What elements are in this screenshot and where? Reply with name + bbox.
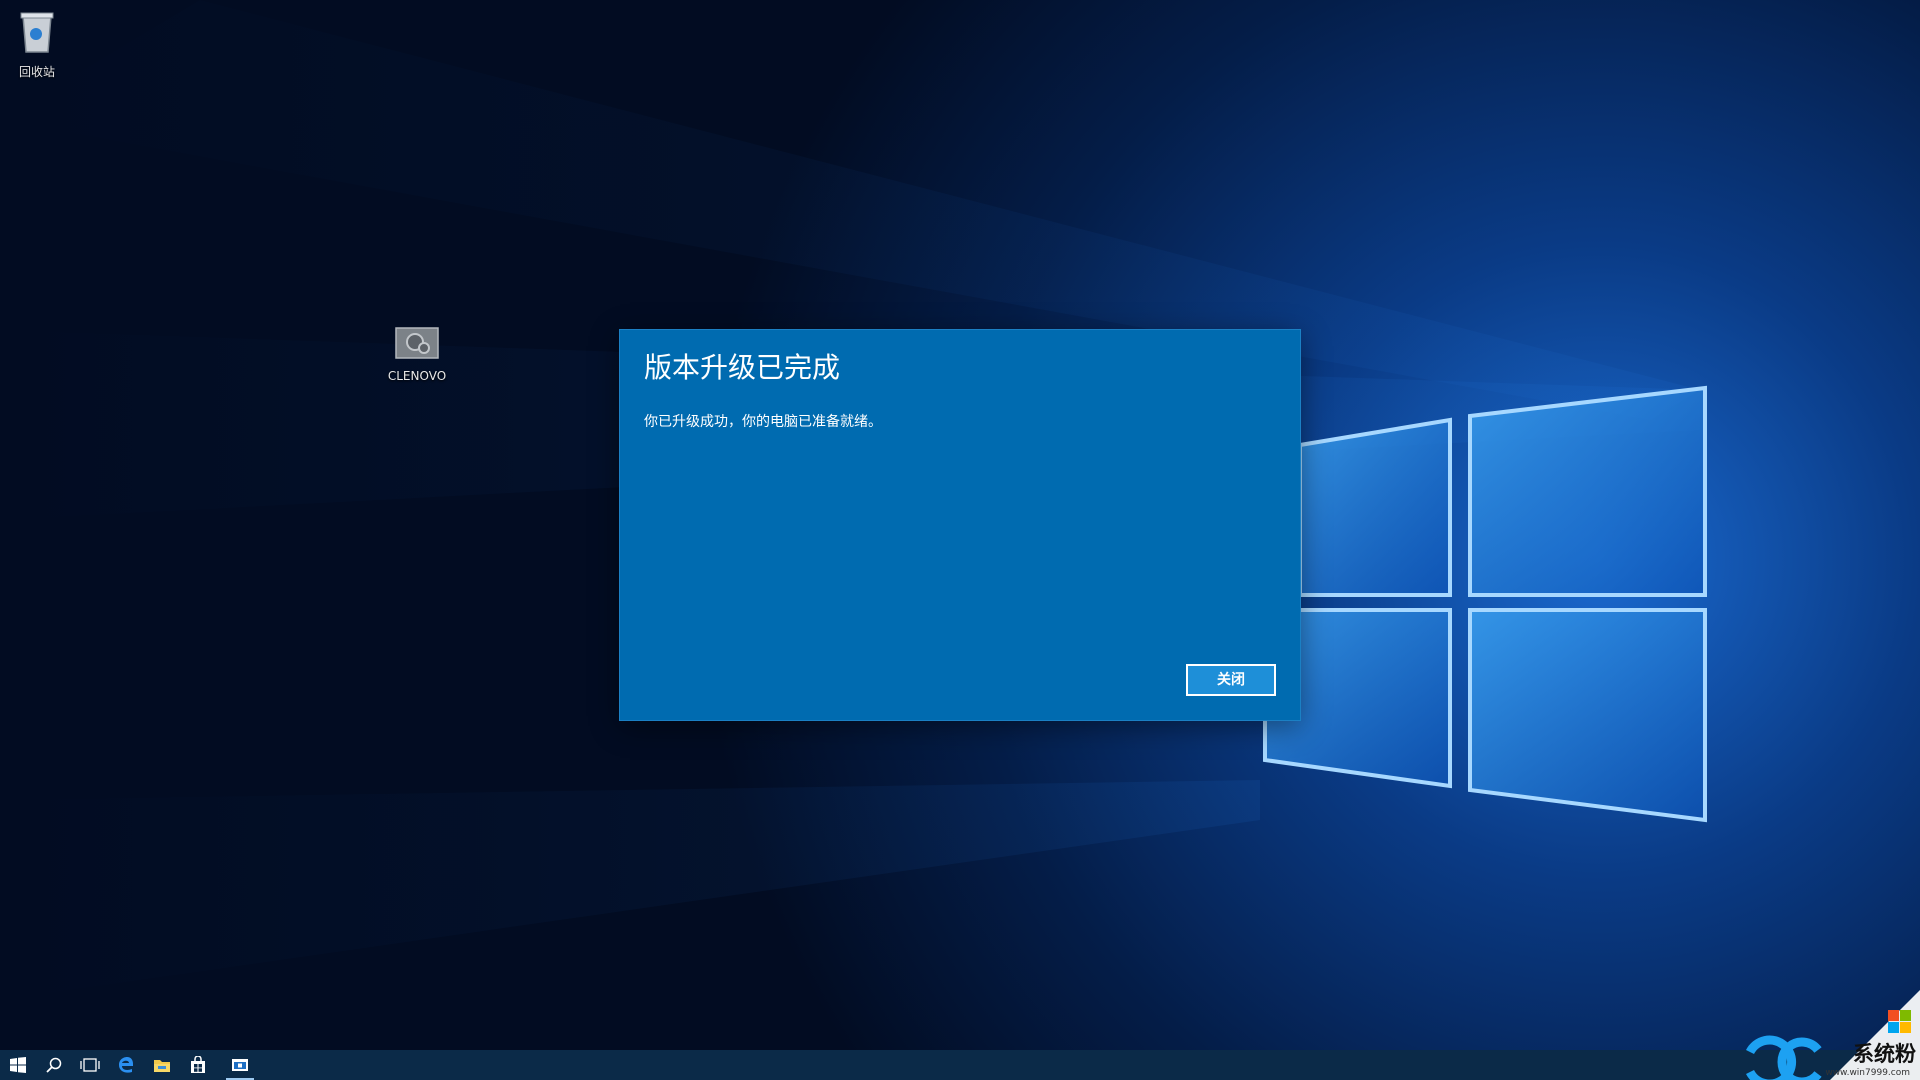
task-view-button[interactable] — [72, 1050, 108, 1080]
search-button[interactable] — [36, 1050, 72, 1080]
taskbar — [0, 1050, 1920, 1080]
upgrade-complete-dialog: 版本升级已完成 你已升级成功，你的电脑已准备就绪。 关闭 — [620, 330, 1300, 720]
clenovo-desktop-icon[interactable]: CLENOVO — [372, 326, 462, 383]
close-button[interactable]: 关闭 — [1186, 664, 1276, 696]
recycle-bin-label: 回收站 — [18, 65, 55, 79]
windows-start-icon — [10, 1057, 26, 1073]
file-explorer-icon — [154, 1060, 170, 1072]
start-button[interactable] — [0, 1050, 36, 1080]
edge-icon — [119, 1057, 133, 1073]
edge-button[interactable] — [108, 1050, 144, 1080]
watermark-url: www.win7999.com — [1825, 1068, 1910, 1078]
dialog-title: 版本升级已完成 — [644, 351, 841, 384]
watermark-text: 系统粉 — [1853, 1042, 1916, 1066]
file-explorer-button[interactable] — [144, 1050, 180, 1080]
active-app-button[interactable] — [222, 1050, 258, 1080]
recycle-bin-desktop-icon[interactable]: 回收站 — [0, 8, 82, 80]
recycle-bin-icon — [20, 12, 54, 53]
store-icon — [191, 1056, 205, 1073]
clenovo-label: CLENOVO — [387, 369, 447, 383]
store-button[interactable] — [180, 1050, 216, 1080]
dialog-message: 你已升级成功，你的电脑已准备就绪。 — [644, 414, 882, 430]
search-icon — [46, 1057, 62, 1073]
site-watermark: 系统粉 www.win7999.com — [1710, 950, 1920, 1080]
settings-drive-icon — [395, 327, 439, 359]
task-view-icon — [80, 1058, 100, 1072]
app-window-icon — [232, 1059, 248, 1071]
